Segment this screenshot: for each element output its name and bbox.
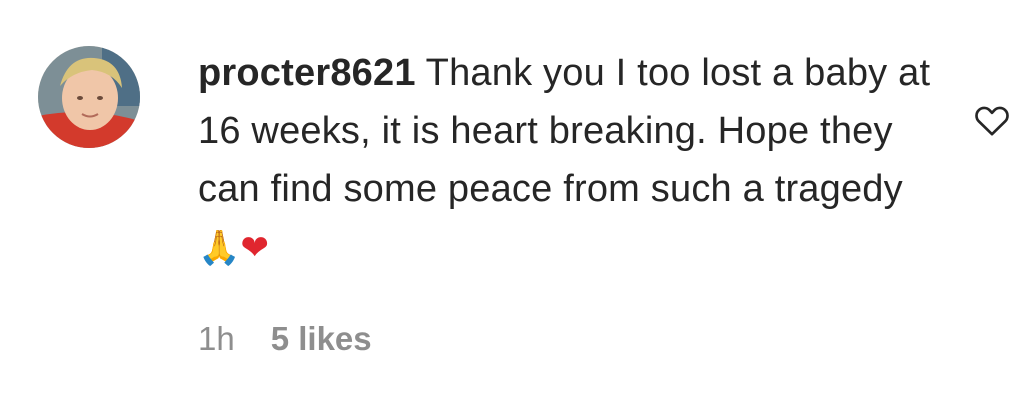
like-button[interactable]	[972, 100, 1012, 140]
comment-timestamp[interactable]: 1h	[198, 320, 235, 358]
avatar-photo	[38, 46, 140, 148]
comment-likes-count[interactable]: 5 likes	[271, 320, 372, 358]
avatar[interactable]	[38, 46, 140, 148]
comment-text-block: procter8621 Thank you I too lost a baby a…	[198, 44, 938, 277]
heart-outline-icon	[975, 106, 1009, 136]
comment-username[interactable]: procter8621	[198, 52, 416, 94]
comment-body: procter8621 Thank you I too lost a baby a…	[198, 44, 938, 277]
red-heart-emoji: ❤	[240, 228, 270, 268]
comment-meta: 1h 5 likes	[198, 320, 372, 358]
comment: procter8621 Thank you I too lost a baby a…	[0, 0, 1024, 408]
praying-hands-emoji: 🙏	[198, 228, 241, 268]
